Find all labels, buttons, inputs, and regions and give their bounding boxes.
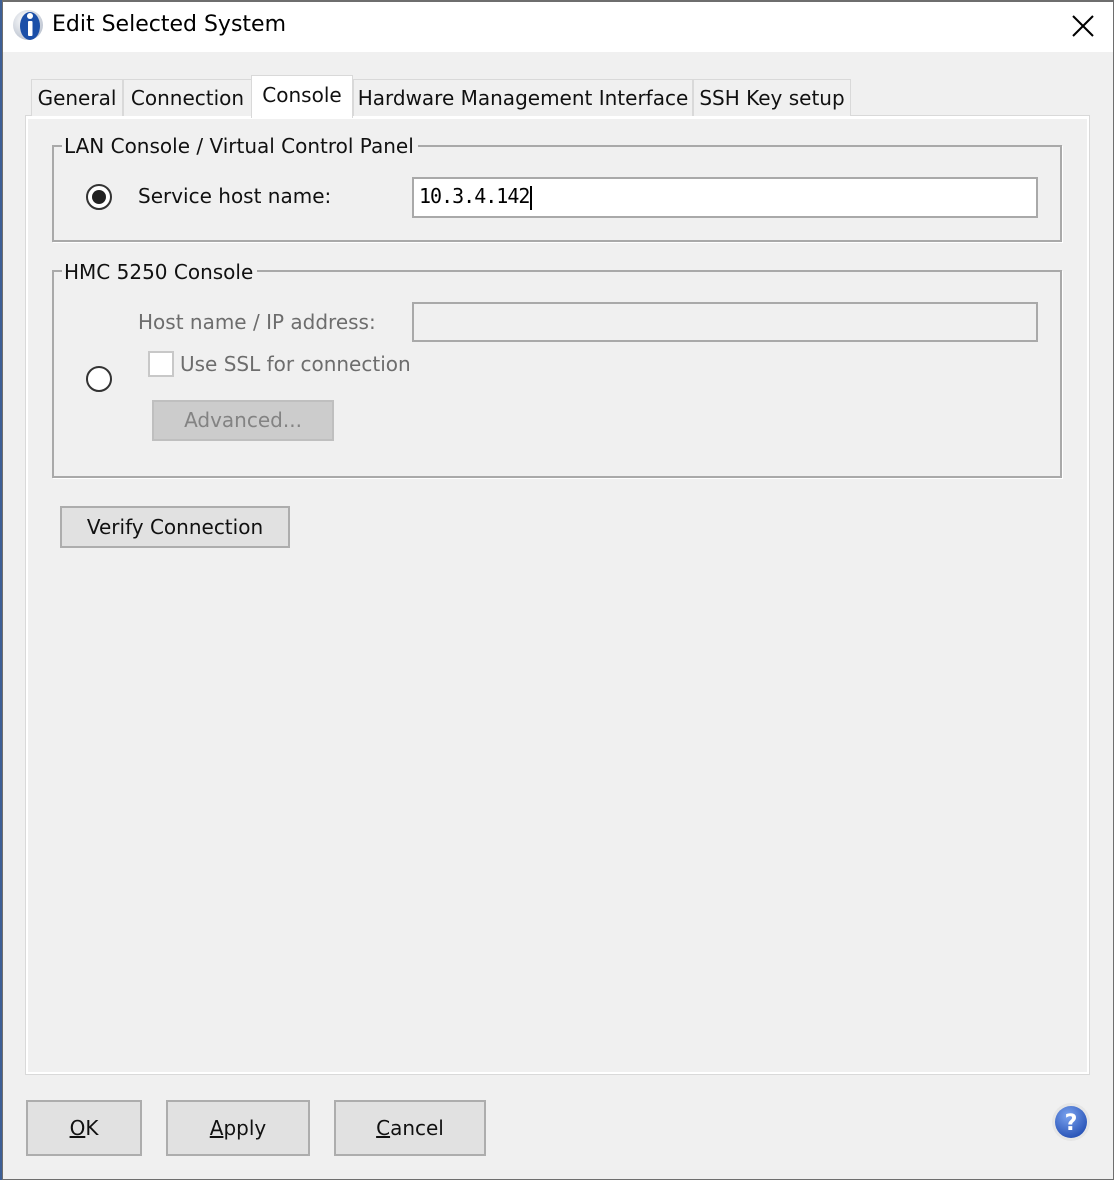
tab-ssh-key-setup[interactable]: SSH Key setup xyxy=(693,79,851,116)
advanced-button[interactable]: Advanced... xyxy=(152,400,334,441)
hmc-console-radio[interactable] xyxy=(86,366,112,392)
hmc-console-legend: HMC 5250 Console xyxy=(62,259,258,285)
cancel-label-rest: ancel xyxy=(390,1116,444,1140)
ok-mnemonic: O xyxy=(69,1116,86,1140)
tab-hardware-management-interface[interactable]: Hardware Management Interface xyxy=(353,79,693,116)
apply-mnemonic: A xyxy=(209,1116,224,1140)
tab-general[interactable]: General xyxy=(31,79,123,116)
tab-console[interactable]: Console xyxy=(251,75,353,118)
service-host-label: Service host name: xyxy=(138,184,332,208)
use-ssl-label: Use SSL for connection xyxy=(180,352,411,376)
svg-text:?: ? xyxy=(1065,1111,1078,1136)
hmc-host-label: Host name / IP address: xyxy=(138,310,376,334)
lan-console-radio[interactable] xyxy=(86,184,112,210)
service-host-input[interactable]: 10.3.4.142 xyxy=(412,177,1038,218)
info-i-icon xyxy=(12,9,44,41)
cancel-button[interactable]: Cancel xyxy=(334,1100,486,1156)
window-title: Edit Selected System xyxy=(52,12,286,37)
verify-connection-button[interactable]: Verify Connection xyxy=(60,506,290,548)
apply-button[interactable]: Apply xyxy=(166,1100,310,1156)
close-x-icon xyxy=(1072,15,1094,37)
help-button[interactable]: ? xyxy=(1051,1102,1091,1142)
use-ssl-checkbox[interactable] xyxy=(148,351,174,377)
cancel-mnemonic: C xyxy=(376,1116,391,1140)
ok-button[interactable]: OK xyxy=(26,1100,142,1156)
apply-label-rest: pply xyxy=(223,1116,267,1140)
tab-connection[interactable]: Connection xyxy=(123,79,252,116)
service-host-value: 10.3.4.142 xyxy=(419,184,530,208)
help-question-icon: ? xyxy=(1052,1103,1090,1141)
close-button[interactable] xyxy=(1062,8,1104,44)
ok-label-rest: K xyxy=(85,1116,99,1140)
lan-console-legend: LAN Console / Virtual Control Panel xyxy=(62,133,418,159)
text-caret xyxy=(530,185,533,210)
hmc-host-input[interactable] xyxy=(412,302,1038,342)
